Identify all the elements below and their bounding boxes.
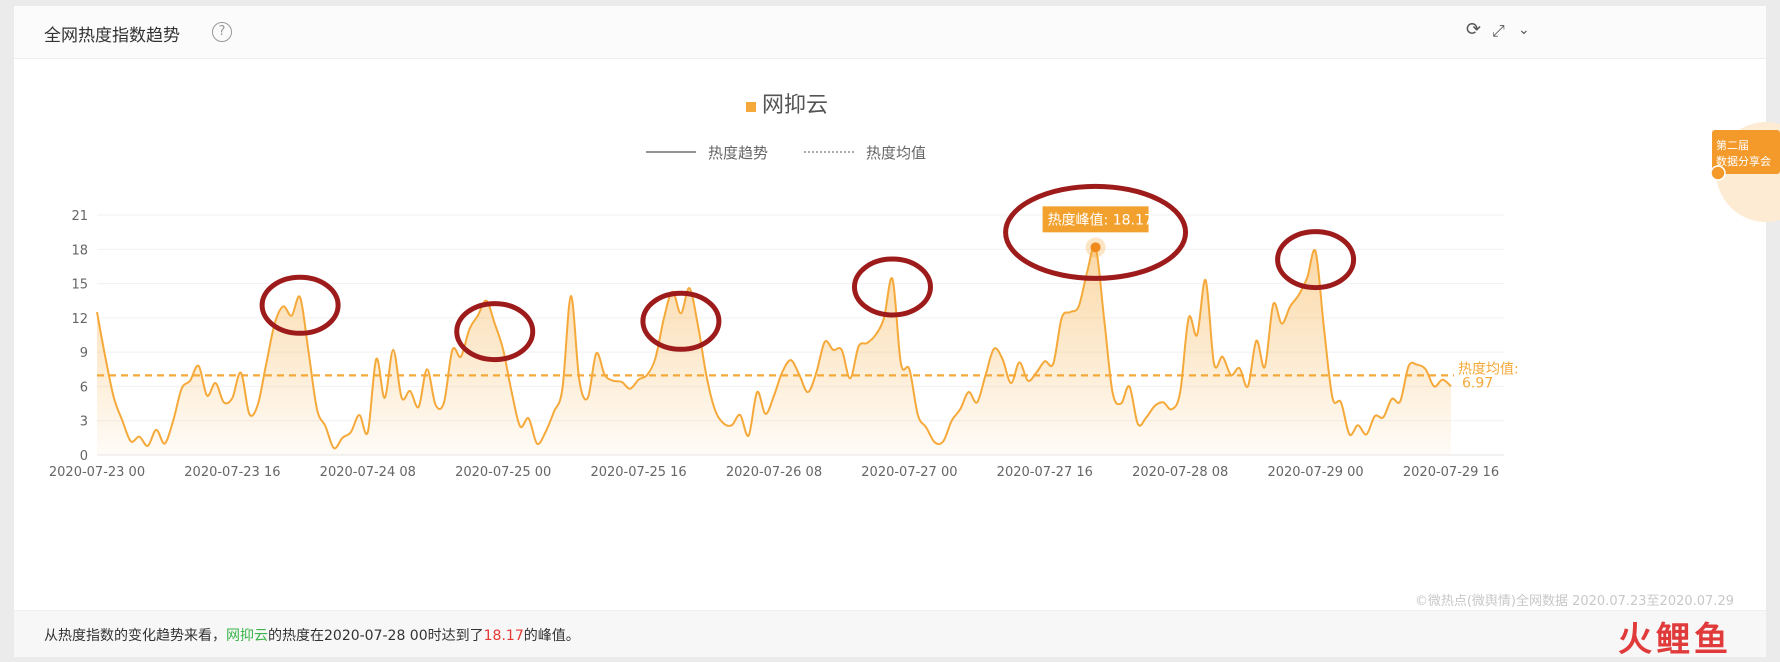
x-tick-label: 2020-07-25 00: [455, 465, 551, 480]
event-badge[interactable]: 第二届 数据分享会: [1708, 118, 1780, 228]
y-tick-label: 6: [80, 380, 88, 395]
peak-tooltip-text: 热度峰值: 18.17: [1048, 212, 1153, 228]
x-tick-label: 2020-07-26 08: [726, 465, 822, 480]
summary-text: 从热度指数的变化趋势来看，网抑云的热度在2020-07-28 00时达到了18.…: [44, 625, 580, 645]
badge-line2: 数据分享会: [1716, 154, 1771, 168]
summary-mid: 的热度在2020-07-28 00时达到了: [268, 628, 484, 644]
summary-suffix: 的峰值。: [523, 628, 580, 644]
summary-peak-value: 18.17: [483, 628, 524, 644]
x-tick-label: 2020-07-25 16: [590, 465, 686, 480]
badge-clock-icon: [1710, 165, 1726, 181]
copyright-text: ©微热点(微舆情)全网数据 2020.07.23至2020.07.29: [1414, 594, 1734, 609]
summary-prefix: 从热度指数的变化趋势来看，: [44, 628, 226, 644]
y-tick-label: 0: [80, 449, 88, 464]
x-tick-label: 2020-07-27 16: [997, 465, 1093, 480]
x-tick-label: 2020-07-29 16: [1403, 465, 1499, 480]
summary-footer: 从热度指数的变化趋势来看，网抑云的热度在2020-07-28 00时达到了18.…: [14, 610, 1766, 657]
badge-line1: 第二届: [1716, 138, 1749, 152]
peak-point[interactable]: [1090, 242, 1101, 253]
x-tick-label: 2020-07-23 00: [49, 465, 145, 480]
summary-keyword: 网抑云: [226, 628, 268, 644]
x-tick-label: 2020-07-28 08: [1132, 465, 1228, 480]
x-tick-label: 2020-07-24 08: [320, 465, 416, 480]
x-tick-label: 2020-07-27 00: [861, 465, 957, 480]
legend-label-trend[interactable]: 热度趋势: [708, 144, 768, 162]
y-tick-label: 21: [71, 209, 88, 224]
watermark-logo: 火鲤鱼: [1618, 620, 1732, 660]
legend-marker-series: [746, 102, 756, 112]
mean-value: 6.97: [1462, 375, 1493, 391]
x-tick-label: 2020-07-23 16: [184, 465, 280, 480]
trend-card: 全网热度指数趋势 ? ⟳ ⤢ ⌄ 网抑云 热度趋势 热度均值 0 3 6 9 12 15 1…: [14, 6, 1766, 657]
series-legend-label: 网抑云: [762, 93, 828, 118]
x-tick-label: 2020-07-29 00: [1267, 465, 1363, 480]
legend-label-mean[interactable]: 热度均值: [866, 144, 926, 162]
y-tick-label: 15: [71, 278, 88, 293]
y-tick-label: 9: [80, 346, 88, 361]
y-tick-label: 3: [80, 415, 88, 430]
y-tick-label: 12: [71, 312, 88, 327]
y-tick-label: 18: [71, 243, 88, 258]
trend-chart: 网抑云 热度趋势 热度均值 0 3 6 9 12 15 18 21 2020-07-23 00…: [49, 93, 1519, 480]
